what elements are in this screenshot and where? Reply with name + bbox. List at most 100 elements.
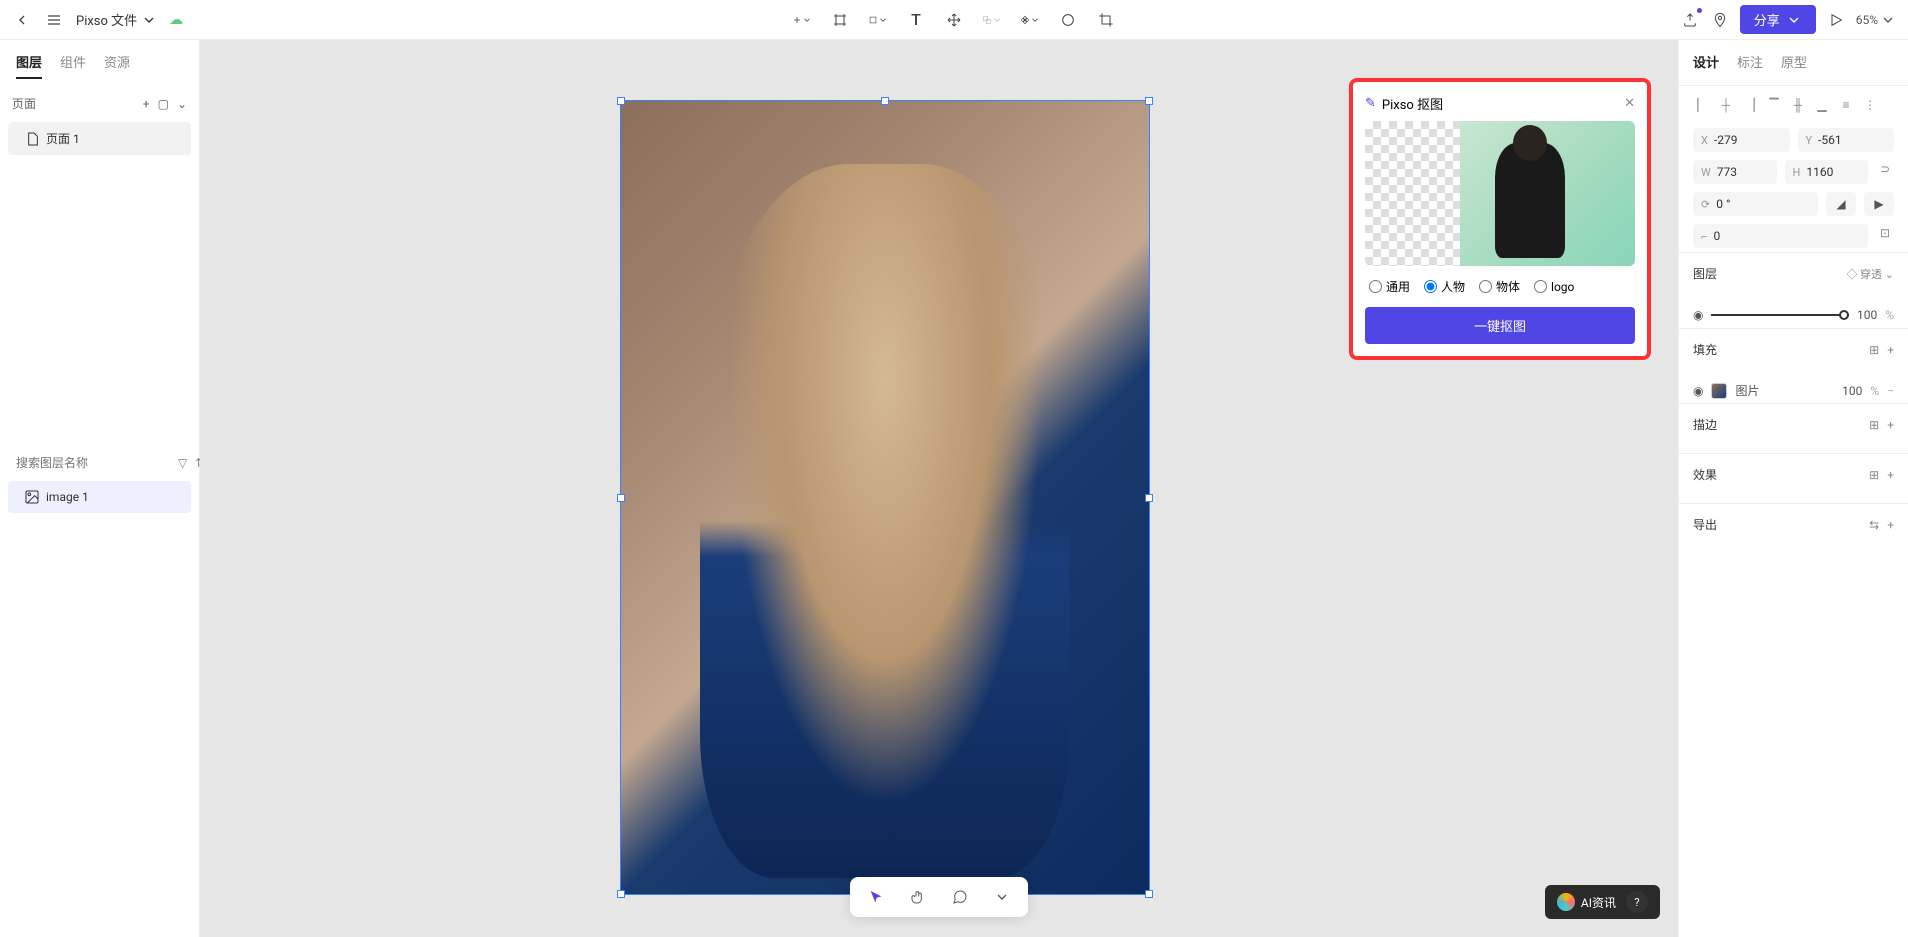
fill-visibility-icon[interactable]: ◉ [1693, 384, 1703, 398]
blend-mode[interactable]: ◇ 穿透 ⌄ [1846, 266, 1894, 282]
folder-icon[interactable]: ▢ [158, 97, 169, 111]
distribute-h-icon[interactable]: ≡ [1837, 96, 1855, 114]
text-icon[interactable]: T [906, 10, 926, 30]
resize-handle-tm[interactable] [881, 97, 889, 105]
export-icon[interactable] [1680, 10, 1700, 30]
popup-preview [1365, 121, 1635, 266]
stroke-style-icon[interactable]: ⊞ [1869, 418, 1879, 432]
resize-handle-tl[interactable] [617, 97, 625, 105]
export-settings-icon[interactable]: ⇆ [1869, 518, 1879, 532]
resize-handle-mr[interactable] [1145, 494, 1153, 502]
align-left-icon[interactable]: ▏ [1693, 96, 1711, 114]
align-right-icon[interactable]: ▕ [1741, 96, 1759, 114]
opacity-slider[interactable] [1711, 314, 1848, 316]
tab-prototype[interactable]: 原型 [1781, 52, 1807, 77]
add-stroke-icon[interactable]: + [1887, 418, 1894, 432]
tab-components[interactable]: 组件 [60, 52, 86, 79]
fill-opacity[interactable]: 100 [1842, 384, 1862, 398]
menu-icon[interactable] [44, 10, 64, 30]
comment-tool[interactable] [948, 885, 972, 909]
topbar: Pixso 文件 ☁ T 分享 65% [0, 0, 1908, 40]
tab-design[interactable]: 设计 [1693, 52, 1719, 77]
fill-unit: % [1870, 384, 1879, 398]
align-center-h-icon[interactable]: ┼ [1717, 96, 1735, 114]
back-icon[interactable] [12, 10, 32, 30]
opacity-value[interactable]: 100 [1857, 308, 1877, 322]
chevron-down-icon [141, 12, 157, 28]
shape-icon[interactable] [868, 10, 888, 30]
y-field[interactable]: Y-561 [1798, 128, 1895, 152]
resize-handle-bl[interactable] [617, 890, 625, 898]
radius-field[interactable]: ⌐0 [1693, 224, 1868, 248]
zoom-level[interactable]: 65% [1856, 12, 1896, 28]
watermark-icon [1557, 893, 1575, 911]
frame-icon[interactable] [830, 10, 850, 30]
search-input[interactable] [16, 456, 172, 470]
crop-icon[interactable] [1096, 10, 1116, 30]
ellipse-icon[interactable] [1058, 10, 1078, 30]
add-icon[interactable] [792, 10, 812, 30]
popup-radios: 通用 人物 物体 logo [1365, 266, 1635, 307]
layer-item[interactable]: image 1 [8, 481, 191, 513]
right-tabs: 设计 标注 原型 [1679, 40, 1908, 86]
fill-style-icon[interactable]: ⊞ [1869, 343, 1879, 357]
radio-person[interactable]: 人物 [1424, 278, 1465, 295]
layer-section-title: 图层 [1693, 265, 1717, 282]
align-top-icon[interactable]: ▔ [1765, 96, 1783, 114]
add-page-icon[interactable]: + [143, 97, 150, 111]
visibility-icon[interactable]: ◉ [1693, 308, 1703, 322]
boolean-icon[interactable] [982, 10, 1002, 30]
align-center-v-icon[interactable]: ╫ [1789, 96, 1807, 114]
popup-header: ✎ Pixso 抠图 ✕ [1365, 94, 1635, 121]
close-icon[interactable]: ✕ [1624, 96, 1635, 111]
more-tools[interactable] [990, 885, 1014, 909]
component-icon[interactable] [1020, 10, 1040, 30]
effect-section-title: 效果 [1693, 466, 1717, 483]
lock-ratio-icon[interactable]: ⊃ [1876, 160, 1894, 178]
w-field[interactable]: W773 [1693, 160, 1777, 184]
h-field[interactable]: H1160 [1785, 160, 1869, 184]
hand-tool[interactable] [906, 885, 930, 909]
filter-icon[interactable]: ▽ [178, 456, 187, 470]
cutout-action-button[interactable]: 一键抠图 [1365, 307, 1635, 344]
radio-logo[interactable]: logo [1534, 278, 1574, 295]
cursor-tool[interactable] [864, 885, 888, 909]
align-bottom-icon[interactable]: ▁ [1813, 96, 1831, 114]
play-icon[interactable] [1826, 10, 1846, 30]
cloud-sync-icon[interactable]: ☁ [169, 12, 183, 28]
distribute-v-icon[interactable]: ⋮ [1861, 96, 1879, 114]
add-export-icon[interactable]: + [1887, 518, 1894, 532]
flip-v-field[interactable]: ▶ [1864, 192, 1894, 216]
canvas[interactable]: 773×1160 ✎ Pixso 抠图 ✕ 通用 人物 物体 logo [200, 40, 1678, 937]
resize-handle-tr[interactable] [1145, 97, 1153, 105]
help-icon[interactable]: ? [1626, 891, 1648, 913]
pages-header: 页面 + ▢ ⌄ [0, 87, 199, 120]
move-icon[interactable] [944, 10, 964, 30]
radio-object[interactable]: 物体 [1479, 278, 1520, 295]
resize-handle-ml[interactable] [617, 494, 625, 502]
radio-general[interactable]: 通用 [1369, 278, 1410, 295]
flip-h-field[interactable]: ◢ [1826, 192, 1856, 216]
effect-style-icon[interactable]: ⊞ [1869, 468, 1879, 482]
tab-layers[interactable]: 图层 [16, 52, 42, 79]
share-button[interactable]: 分享 [1740, 5, 1816, 34]
topbar-center-tools: T [792, 10, 1116, 30]
radius-detail-icon[interactable]: ⊡ [1876, 224, 1894, 242]
fill-section-title: 填充 [1693, 341, 1717, 358]
rotate-field[interactable]: ⟳0 ° [1693, 192, 1818, 216]
tab-assets[interactable]: 资源 [104, 52, 130, 79]
x-field[interactable]: X-279 [1693, 128, 1790, 152]
collapse-icon[interactable]: ⌄ [177, 97, 187, 111]
remove-fill-icon[interactable]: − [1887, 384, 1894, 398]
add-effect-icon[interactable]: + [1887, 468, 1894, 482]
floating-toolbar [850, 877, 1028, 917]
tab-annotate[interactable]: 标注 [1737, 52, 1763, 77]
fill-type[interactable]: 图片 [1735, 382, 1759, 399]
page-item[interactable]: 页面 1 [8, 122, 191, 155]
fill-swatch[interactable] [1711, 383, 1727, 399]
add-fill-icon[interactable]: + [1887, 343, 1894, 357]
location-icon[interactable] [1710, 10, 1730, 30]
file-name[interactable]: Pixso 文件 [76, 10, 157, 29]
resize-handle-br[interactable] [1145, 890, 1153, 898]
selection-frame[interactable]: 773×1160 [620, 100, 1150, 895]
